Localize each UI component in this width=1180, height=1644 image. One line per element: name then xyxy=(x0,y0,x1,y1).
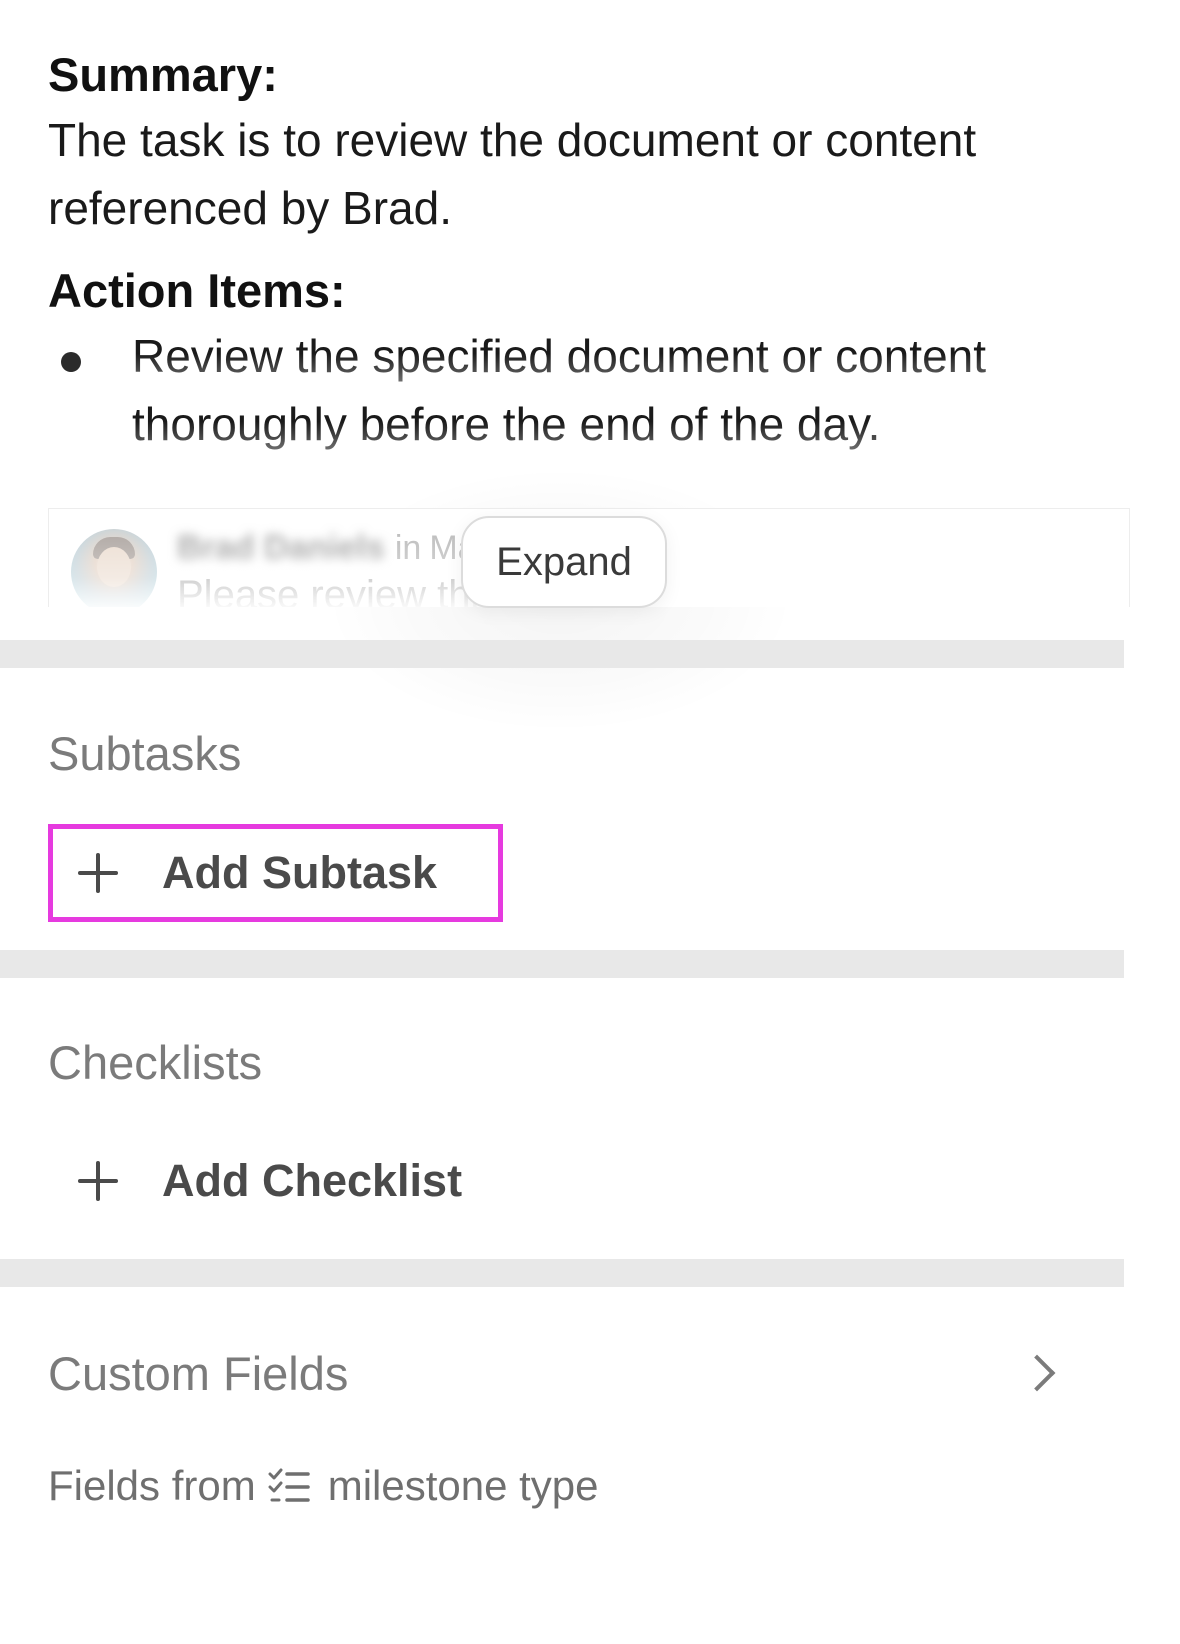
checklists-title: Checklists xyxy=(48,1036,263,1089)
expand-button[interactable]: Expand xyxy=(461,516,667,608)
custom-fields-row[interactable]: Custom Fields xyxy=(48,1340,1058,1406)
fields-from-line: Fields from milestone type xyxy=(48,1462,599,1510)
summary-text: The task is to review the document or co… xyxy=(48,114,977,234)
fields-from-type: milestone type xyxy=(327,1462,599,1509)
fields-from-prefix: Fields from xyxy=(48,1462,256,1509)
milestone-list-icon xyxy=(268,1468,310,1502)
action-item-text: Review the specified document or content… xyxy=(132,330,987,450)
add-checklist-button[interactable]: Add Checklist xyxy=(48,1132,462,1230)
channel-prefix: in xyxy=(394,529,422,567)
section-divider xyxy=(0,950,1124,978)
add-subtask-button[interactable]: Add Subtask xyxy=(48,824,503,922)
chevron-right-icon xyxy=(1018,1354,1056,1392)
section-divider xyxy=(0,1259,1124,1287)
action-item: Review the specified document or content… xyxy=(48,322,1092,458)
avatar-face xyxy=(97,547,131,587)
subtasks-title: Subtasks xyxy=(48,727,242,780)
add-checklist-label: Add Checklist xyxy=(162,1155,463,1206)
message-author: Brad Daniels xyxy=(177,529,385,567)
summary-heading: Summary: xyxy=(48,48,278,101)
custom-fields-title: Custom Fields xyxy=(48,1346,349,1400)
task-detail-page: Summary: The task is to review the docum… xyxy=(0,0,1180,1644)
avatar xyxy=(71,529,157,607)
action-items-list: Review the specified document or content… xyxy=(48,322,1128,458)
plus-icon xyxy=(78,853,118,893)
add-subtask-label: Add Subtask xyxy=(162,847,438,898)
bullet-icon xyxy=(61,352,81,372)
action-items-heading: Action Items: xyxy=(48,264,346,317)
section-divider xyxy=(0,640,1124,668)
task-description: Summary: The task is to review the docum… xyxy=(48,44,1128,458)
plus-icon xyxy=(78,1161,118,1201)
